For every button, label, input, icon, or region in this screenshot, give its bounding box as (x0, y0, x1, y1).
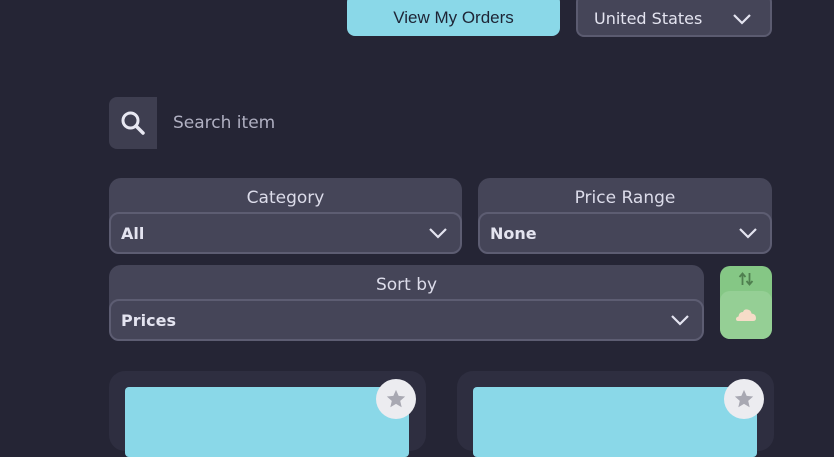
chevron-down-icon (733, 13, 751, 25)
category-filter: Category All (109, 178, 462, 254)
sort-arrows-icon (738, 272, 754, 286)
country-select[interactable]: United States (576, 0, 772, 37)
category-selected-value: All (121, 223, 145, 243)
price-range-selected-value: None (490, 223, 537, 243)
chevron-down-icon (429, 228, 447, 239)
product-card[interactable] (457, 371, 774, 457)
category-label: Category (246, 188, 325, 208)
search-input[interactable] (157, 97, 497, 149)
search-bar (109, 97, 509, 149)
price-range-label: Price Range (574, 188, 676, 208)
sort-order-toggle[interactable] (720, 266, 772, 339)
search-button[interactable] (109, 97, 157, 149)
chevron-down-icon (739, 228, 757, 239)
price-range-filter: Price Range None (478, 178, 772, 254)
sort-by-label: Sort by (375, 275, 438, 295)
cloud-icon (736, 309, 756, 321)
star-icon (734, 389, 754, 408)
sort-toggle-knob (720, 291, 772, 339)
view-my-orders-label: View My Orders (393, 8, 514, 27)
search-icon (121, 111, 145, 135)
favorite-button[interactable] (724, 379, 764, 419)
country-selected-value: United States (594, 9, 703, 28)
category-select[interactable]: All (109, 212, 462, 254)
star-icon (386, 389, 406, 408)
chevron-down-icon (671, 315, 689, 326)
product-image (125, 387, 409, 457)
sort-by-selected-value: Prices (121, 310, 176, 330)
favorite-button[interactable] (376, 379, 416, 419)
view-my-orders-button[interactable]: View My Orders (347, 0, 560, 36)
product-image (473, 387, 757, 457)
sort-by-filter: Sort by Prices (109, 265, 704, 341)
product-card[interactable] (109, 371, 426, 457)
price-range-select[interactable]: None (478, 212, 772, 254)
sort-by-select[interactable]: Prices (109, 299, 704, 341)
